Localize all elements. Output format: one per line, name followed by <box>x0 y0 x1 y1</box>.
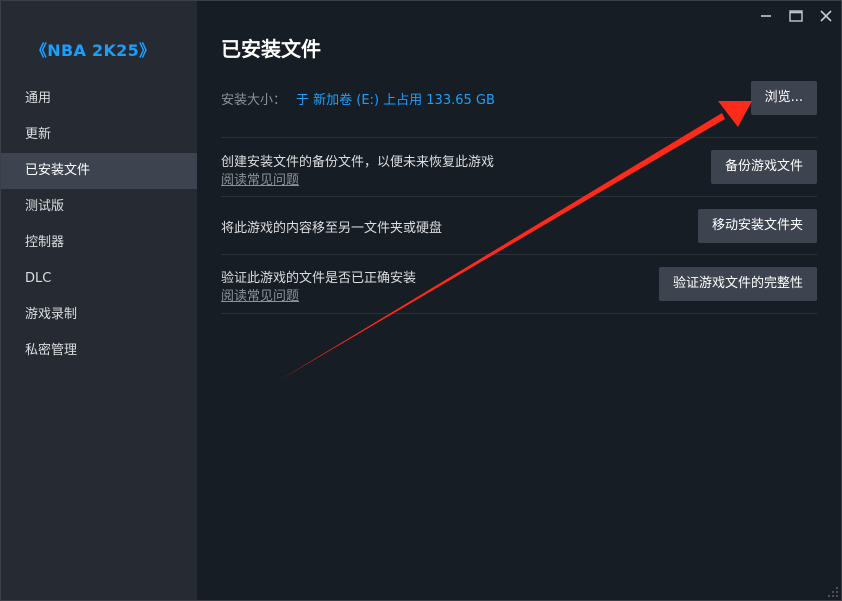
backup-faq-link[interactable]: 阅读常见问题 <box>221 169 299 188</box>
browse-button[interactable]: 浏览... <box>750 81 817 115</box>
move-install-folder-button[interactable]: 移动安装文件夹 <box>697 209 817 243</box>
minimize-button[interactable] <box>751 1 781 31</box>
sidebar: 《NBA 2K25》 通用 更新 已安装文件 测试版 控制器 DLC 游戏录制 … <box>1 1 197 600</box>
maximize-icon <box>789 10 803 22</box>
game-title: 《NBA 2K25》 <box>31 41 156 60</box>
backup-section: 创建安装文件的备份文件，以便未来恢复此游戏 阅读常见问题 备份游戏文件 <box>221 137 817 196</box>
sidebar-item-betas[interactable]: 测试版 <box>1 189 197 225</box>
properties-window: 《NBA 2K25》 通用 更新 已安装文件 测试版 控制器 DLC 游戏录制 … <box>0 0 842 601</box>
window-controls <box>751 1 841 31</box>
verify-section: 验证此游戏的文件是否已正确安装 阅读常见问题 验证游戏文件的完整性 <box>221 254 817 314</box>
sidebar-item-privacy[interactable]: 私密管理 <box>1 333 197 369</box>
verify-description: 验证此游戏的文件是否已正确安装 <box>221 271 417 286</box>
sidebar-item-updates[interactable]: 更新 <box>1 117 197 153</box>
sidebar-item-general[interactable]: 通用 <box>1 81 197 117</box>
install-size-label: 安装大小： <box>221 93 287 108</box>
sidebar-item-dlc[interactable]: DLC <box>1 261 197 297</box>
sidebar-item-controller[interactable]: 控制器 <box>1 225 197 261</box>
install-size-value: 于 新加卷 (E:) 上占用 133.65 GB <box>296 93 495 108</box>
minimize-icon <box>761 15 771 17</box>
move-section: 将此游戏的内容移至另一文件夹或硬盘 移动安装文件夹 <box>221 196 817 255</box>
sidebar-item-game-recording[interactable]: 游戏录制 <box>1 297 197 333</box>
close-icon <box>820 10 832 22</box>
backup-game-files-button[interactable]: 备份游戏文件 <box>710 150 817 184</box>
backup-description: 创建安装文件的备份文件，以便未来恢复此游戏 <box>221 155 495 170</box>
close-button[interactable] <box>811 1 841 31</box>
main-panel: 已安装文件 安装大小： 于 新加卷 (E:) 上占用 133.65 GB 浏览.… <box>197 1 841 600</box>
verify-integrity-button[interactable]: 验证游戏文件的完整性 <box>658 267 817 301</box>
resize-grip-icon[interactable] <box>827 586 839 598</box>
move-description: 将此游戏的内容移至另一文件夹或硬盘 <box>221 221 443 236</box>
sidebar-nav: 通用 更新 已安装文件 测试版 控制器 DLC 游戏录制 私密管理 <box>1 81 197 369</box>
install-size-row: 安装大小： 于 新加卷 (E:) 上占用 133.65 GB <box>221 89 495 108</box>
verify-faq-link[interactable]: 阅读常见问题 <box>221 285 299 304</box>
sidebar-item-installed-files[interactable]: 已安装文件 <box>1 153 197 189</box>
page-title: 已安装文件 <box>221 37 321 61</box>
maximize-button[interactable] <box>781 1 811 31</box>
